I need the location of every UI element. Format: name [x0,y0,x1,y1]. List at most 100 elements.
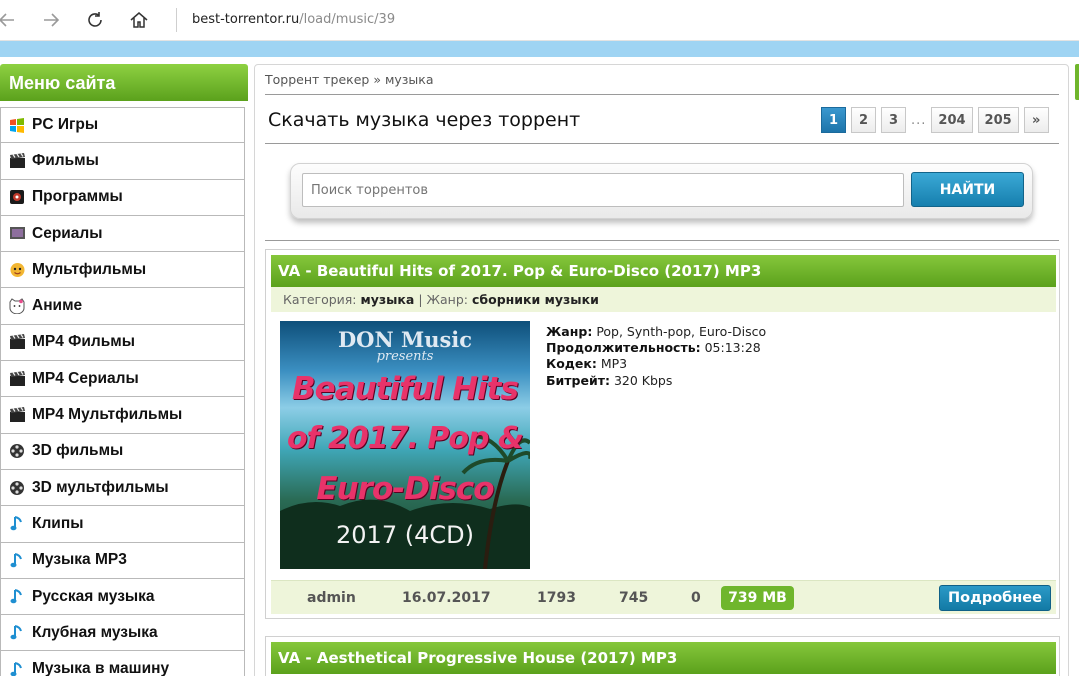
sidebar-item-label: Сериалы [32,224,103,242]
sidebar-item-mp4-movies[interactable]: MP4 Фильмы [0,324,245,362]
page-2-button[interactable]: 2 [851,107,876,133]
torrent-stats: admin 16.07.2017 1793 745 0 739 MB Подро… [271,580,1056,614]
page-204-button[interactable]: 204 [931,107,973,133]
torrent-title[interactable]: VA - Beautiful Hits of 2017. Pop & Euro-… [271,255,1056,287]
cover-line-3: Euro-Disco [316,471,494,507]
header-banner-strip [0,41,1079,57]
breadcrumb[interactable]: Торрент трекер » музыка [265,72,434,87]
cover-line-2: of 2017. Pop & [286,421,524,456]
sidebar-item-label: MP4 Мультфильмы [32,406,183,424]
sidebar-item-label: Клипы [32,514,84,532]
page-205-button[interactable]: 205 [977,107,1019,133]
sidebar-item-label: Русская музыка [32,587,155,605]
sidebar-item-mp4-cartoons[interactable]: MP4 Мультфильмы [0,397,245,434]
divider [265,143,1059,144]
info-value: 320 Kbps [613,372,673,388]
upload-date: 16.07.2017 [402,590,491,606]
sidebar-item-anime[interactable]: Аниме [0,288,245,325]
sidebar-item-club-music[interactable]: Клубная музыка [0,615,245,652]
clapperboard-icon [8,370,26,388]
address-bar[interactable]: best-torrentor.ru/load/music/39 [192,12,395,27]
details-button[interactable]: Подробнее [939,585,1051,611]
arrow-right-icon [44,13,60,27]
film-reel-icon [8,442,26,460]
clapperboard-icon [8,333,26,351]
sidebar-item-cartoons[interactable]: Мультфильмы [0,252,245,289]
category-label: Категория: [283,292,357,307]
home-button[interactable] [126,7,152,33]
torrent-card: VA - Aesthetical Progressive House (2017… [265,636,1060,676]
sidebar-item-software[interactable]: Программы [0,179,245,216]
info-label: Кодек: [546,356,597,372]
sidebar-item-label: MP4 Сериалы [32,369,139,387]
address-separator [176,8,177,32]
torrent-card: VA - Beautiful Hits of 2017. Pop & Euro-… [265,249,1060,619]
sidebar-item-label: MP4 Фильмы [32,333,136,351]
torrent-title[interactable]: VA - Aesthetical Progressive House (2017… [271,642,1056,674]
info-value: Pop, Synth-pop, Euro-Disco [596,324,767,339]
sidebar-item-clips[interactable]: Клипы [0,506,245,543]
album-cover[interactable]: DON Music presents Beautiful Hits of 201… [280,321,530,569]
sidebar-item-russian-music[interactable]: Русская музыка [0,578,245,616]
next-page-button[interactable]: » [1023,107,1049,133]
main-content: Торрент трекер » музыка Скачать музыка ч… [254,64,1069,676]
search-box: НАЙТИ [290,163,1033,219]
downloads-count: 745 [619,590,649,606]
info-row: Продолжительность: 05:13:28 [546,340,766,356]
pagination-ellipsis: ... [911,112,927,128]
sidebar-item-label: Программы [32,188,123,206]
music-note-icon [8,624,26,642]
info-row: Жанр: Pop, Synth-pop, Euro-Disco [546,324,766,340]
pagination: 1 2 3 ... 204 205 » [821,107,1054,133]
cartoon-face-icon [8,261,26,279]
sidebar-item-series[interactable]: Сериалы [0,215,245,253]
info-value: MP3 [600,356,628,372]
sidebar: Меню сайта PC Игры Фильмы Программы Сери… [0,64,248,676]
tv-screen-icon [8,225,26,243]
sidebar-item-car-music[interactable]: Музыка в машину [0,651,245,676]
browser-toolbar: best-torrentor.ru/load/music/39 [0,0,1079,41]
sidebar-item-mp4-series[interactable]: MP4 Сериалы [0,361,245,398]
windows-flag-icon [8,116,26,134]
music-note-icon [8,660,26,676]
page-title: Скачать музыка через торрент [268,109,581,131]
software-box-icon [8,188,26,206]
sidebar-item-label: Музыка в машину [32,660,170,676]
forward-button[interactable] [38,7,64,33]
sidebar-item-label: Музыка MP3 [32,551,127,569]
url-host: best-torrentor.ru [192,12,300,27]
music-note-icon [8,551,26,569]
cover-line-1: Beautiful Hits [292,371,519,407]
sidebar-item-3d-cartoons[interactable]: 3D мультфильмы [0,469,245,507]
reload-button[interactable] [82,7,108,33]
sidebar-item-pc-games[interactable]: PC Игры [0,107,245,144]
clapperboard-icon [8,152,26,170]
music-note-icon [8,515,26,533]
back-button[interactable] [0,7,20,33]
torrent-meta: Категория: музыка | Жанр: сборники музык… [271,287,1056,312]
sidebar-item-label: Мультфильмы [32,260,147,278]
page-1-button[interactable]: 1 [821,107,846,133]
sidebar-item-movies[interactable]: Фильмы [0,143,245,180]
side-tab [1075,64,1079,100]
page-3-button[interactable]: 3 [881,107,906,133]
comments-count: 0 [691,590,701,606]
category-link[interactable]: музыка [361,292,415,307]
genre-link[interactable]: сборники музыки [472,292,599,307]
search-button[interactable]: НАЙТИ [911,172,1024,207]
genre-label: Жанр: [426,292,468,307]
refresh-icon [88,12,102,27]
size-badge: 739 MB [721,586,794,610]
search-input[interactable] [302,173,904,207]
sidebar-item-3d-movies[interactable]: 3D фильмы [0,433,245,470]
info-row: Кодек: MP3 [546,356,766,372]
author[interactable]: admin [307,590,356,606]
divider [265,94,1059,95]
sidebar-title: Меню сайта [0,64,248,101]
sidebar-item-music-mp3[interactable]: Музыка MP3 [0,542,245,579]
cover-presents: presents [376,349,434,364]
sidebar-item-label: Аниме [32,297,83,315]
film-reel-icon [8,479,26,497]
music-note-icon [8,588,26,606]
info-row: Битрейт: 320 Kbps [546,373,766,389]
